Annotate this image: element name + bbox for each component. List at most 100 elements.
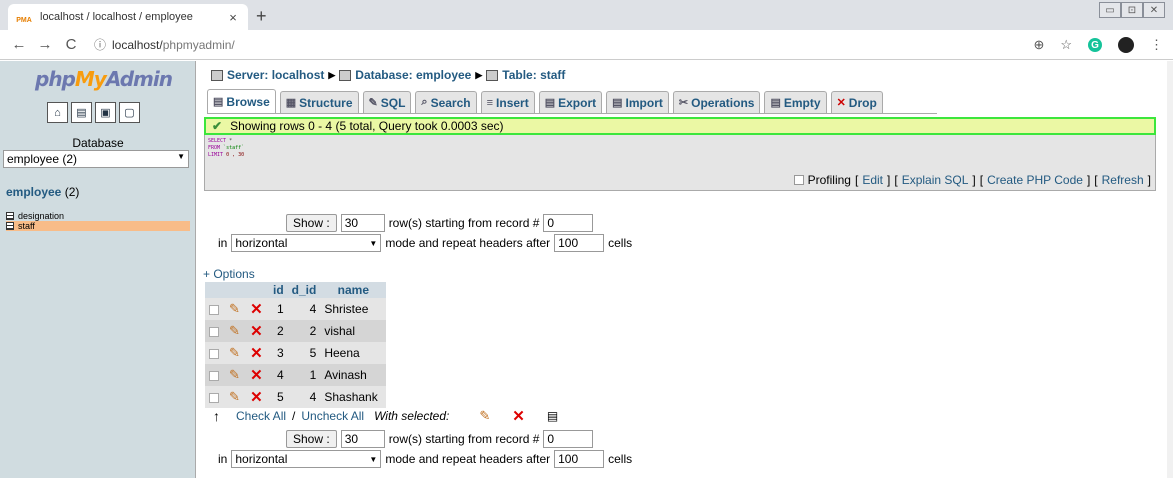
minimize-icon[interactable]: ▭ [1099,2,1121,18]
column-header-id[interactable]: id [269,282,288,298]
breadcrumb-database[interactable]: Database: employee [355,68,471,82]
zoom-icon[interactable]: ⊕ [1033,37,1044,53]
structure-icon: ▦ [285,97,297,109]
scrollbar[interactable] [1167,61,1173,478]
checkmark-icon: ✔ [212,119,223,133]
database-select[interactable]: employee (2) ▼ [3,150,189,168]
tab-search[interactable]: ⌕ Search [415,91,477,113]
uncheck-all-link[interactable]: Uncheck All [301,409,364,423]
export-selected-icon[interactable]: ▤ [547,409,558,423]
table-item-staff[interactable]: staff [6,221,190,231]
edit-pencil-icon[interactable]: ✎ [229,367,240,382]
grammarly-extension-icon[interactable]: G [1088,38,1102,52]
start-record-input[interactable]: 0 [543,430,594,448]
options-link[interactable]: + Options [203,267,255,281]
phpmyadmin-logo[interactable]: phpMyAdmin [35,67,173,91]
show-button[interactable]: Show : [286,430,337,448]
tab-empty[interactable]: ▤ Empty [764,91,827,113]
row-checkbox[interactable] [209,348,219,359]
row-checkbox[interactable] [209,304,219,315]
content-frame: Server: localhost ▶ Database: employee ▶… [197,61,1167,478]
display-mode-select[interactable]: horizontal ▼ [231,234,382,252]
tab-export[interactable]: ▤ Export [538,91,603,113]
edit-link[interactable]: Edit [862,173,883,187]
row-checkbox[interactable] [209,392,219,403]
display-mode-select[interactable]: horizontal ▼ [231,450,382,468]
edit-pencil-icon[interactable]: ✎ [229,323,240,338]
forward-icon[interactable]: → [32,36,58,53]
tab-browse[interactable]: ▤ Browse [207,89,276,113]
rows-input[interactable]: 30 [340,214,385,232]
column-header-d_id[interactable]: d_id [287,282,321,298]
edit-selected-icon[interactable]: ✎ [479,408,490,424]
tab-sql[interactable]: ✎ SQL [362,91,412,113]
nav-form-top-row2: in horizontal ▼ mode and repeat headers a… [218,234,633,252]
create-php-code-link[interactable]: Create PHP Code [987,173,1083,187]
repeat-headers-input[interactable]: 100 [554,234,605,252]
delete-icon[interactable]: ✕ [250,323,263,340]
breadcrumb-table[interactable]: Table: staff [502,68,565,82]
info-icon[interactable]: ⓘ [94,36,106,53]
back-icon[interactable]: ← [6,36,32,53]
search-icon: ⌕ [421,96,428,108]
delete-icon[interactable]: ✕ [250,367,263,384]
close-window-icon[interactable]: ✕ [1143,2,1165,18]
menu-dots-icon[interactable]: ⋮ [1150,37,1163,53]
sql-docs-icon[interactable]: ▢ [119,102,140,123]
arrow-up-icon: ↑ [213,408,220,424]
new-tab-button[interactable]: + [256,6,267,27]
tab-insert[interactable]: ≡ Insert [480,91,535,113]
row-checkbox[interactable] [209,326,219,337]
success-message: ✔ Showing rows 0 - 4 (5 total, Query too… [204,117,1156,135]
refresh-link[interactable]: Refresh [1102,173,1144,187]
row-checkbox[interactable] [209,370,219,381]
edit-pencil-icon[interactable]: ✎ [229,389,240,404]
check-all-link[interactable]: Check All [236,409,286,423]
query-window-icon[interactable]: ▤ [71,102,92,123]
show-button[interactable]: Show : [286,214,337,232]
sql-icon: ✎ [368,97,378,109]
close-tab-icon[interactable]: × [226,10,240,25]
window-controls: ▭ ⊡ ✕ [1099,2,1165,18]
sql-links: Profiling [Edit] [Explain SQL] [Create P… [793,173,1151,187]
sql-code: SELECT * FROM `staff` LIMIT 0 , 30 [208,138,245,158]
table-item-designation[interactable]: designation [6,211,190,221]
repeat-headers-input[interactable]: 100 [554,450,605,468]
home-icon[interactable]: ⌂ [47,102,68,123]
profiling-checkbox[interactable] [793,175,804,185]
maximize-icon[interactable]: ⊡ [1121,2,1143,18]
breadcrumb-server[interactable]: Server: localhost [227,68,324,82]
browser-tab[interactable]: PMA localhost / localhost / employee × [8,4,248,30]
bookmark-star-icon[interactable]: ☆ [1060,37,1072,53]
url-field[interactable]: ⓘ localhost/phpmyadmin/ [94,36,235,53]
delete-icon[interactable]: ✕ [250,389,263,406]
edit-pencil-icon[interactable]: ✎ [229,345,240,360]
reload-icon[interactable]: C [58,36,84,53]
export-icon: ▤ [544,97,556,109]
start-record-input[interactable]: 0 [543,214,594,232]
tab-drop[interactable]: ✕ Drop [830,91,883,113]
database-link[interactable]: employee [6,185,61,199]
quick-icons: ⌂ ▤ ▣ ▢ [47,102,140,123]
tab-structure[interactable]: ▦ Structure [279,91,359,113]
explain-sql-link[interactable]: Explain SQL [902,173,969,187]
operations-icon: ✂ [678,97,689,109]
bulk-actions: ↑ Check All / Uncheck All With selected:… [213,407,559,425]
rows-input[interactable]: 30 [340,430,385,448]
profile-avatar[interactable] [1118,37,1134,53]
delete-selected-icon[interactable]: ✕ [512,407,525,425]
delete-icon[interactable]: ✕ [250,345,263,362]
sql-query-box: SELECT * FROM `staff` LIMIT 0 , 30 Profi… [204,135,1156,191]
toolbar-icons: ⊕ ☆ G ⋮ [1033,37,1163,53]
documentation-icon[interactable]: ▣ [95,102,116,123]
table-icon [486,69,499,81]
server-icon [211,69,223,81]
tab-operations[interactable]: ✂ Operations [672,91,761,113]
tab-import[interactable]: ▤ Import [606,91,669,113]
with-selected-label: With selected: [374,409,450,423]
nav-form-top-row1: Show : 30 row(s) starting from record # … [286,214,594,232]
delete-icon[interactable]: ✕ [250,301,263,318]
edit-pencil-icon[interactable]: ✎ [229,301,240,316]
column-header-name[interactable]: name [320,282,387,298]
table-list: designation staff [6,211,190,231]
